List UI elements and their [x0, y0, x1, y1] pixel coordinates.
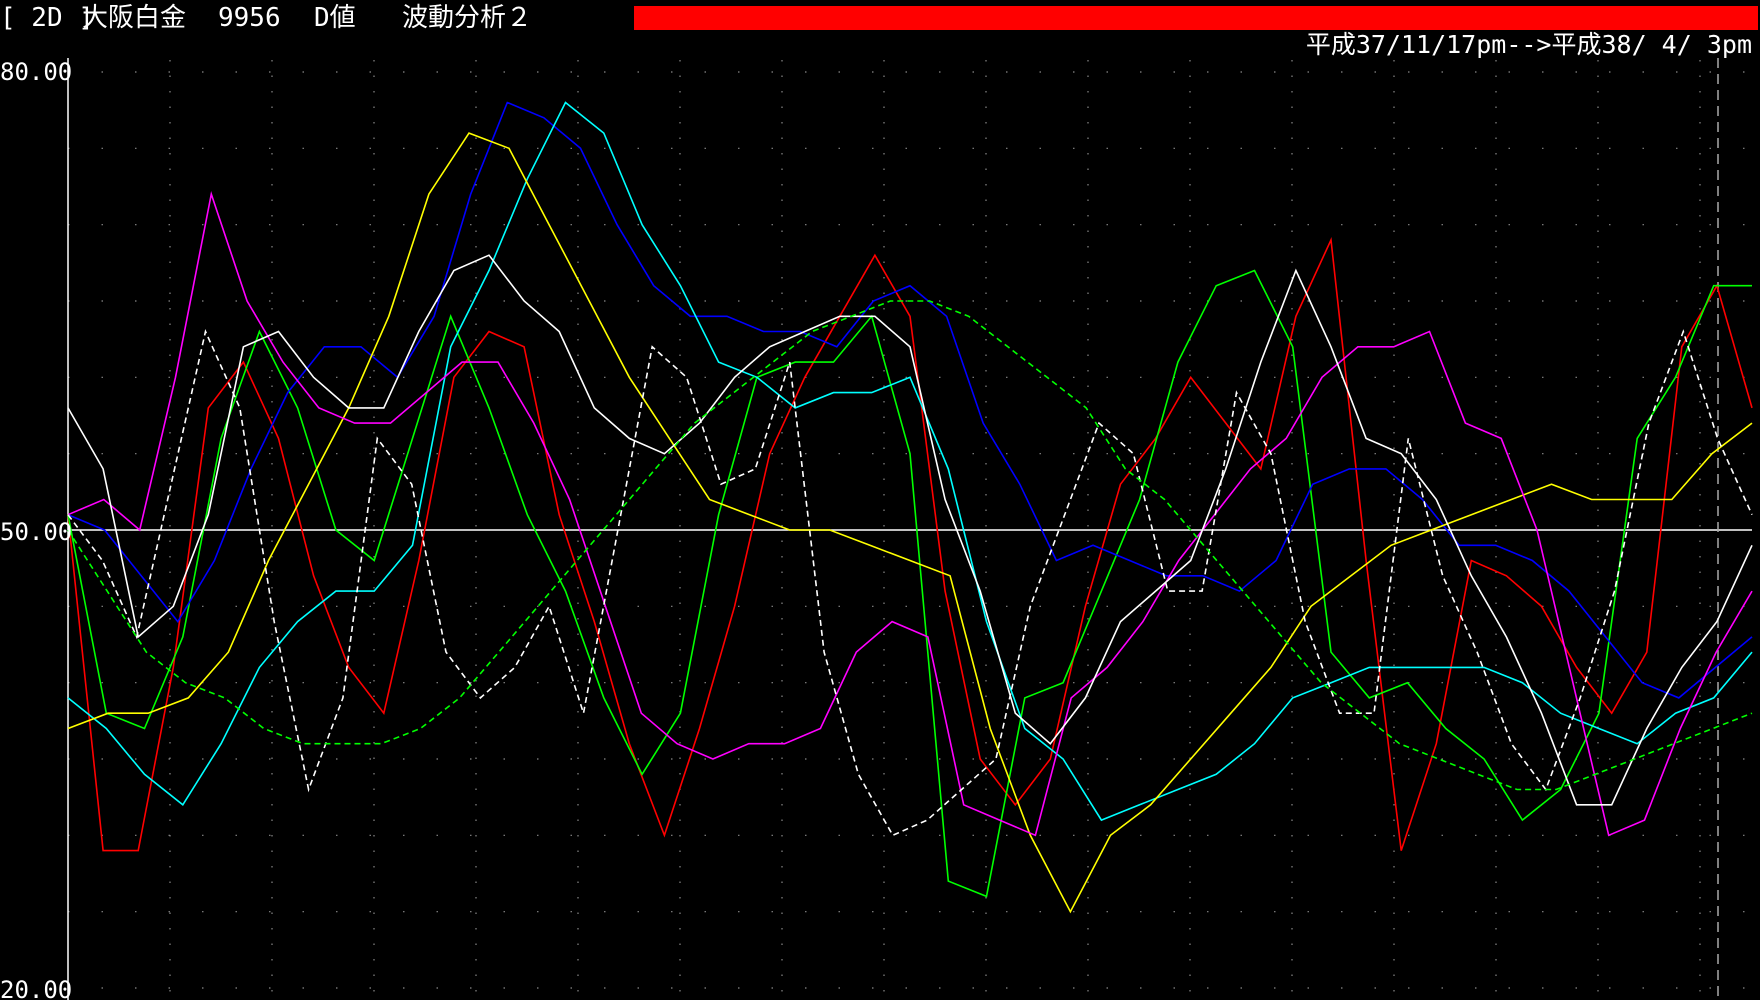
- series-group: [67, 101, 1753, 914]
- series-line-1: [67, 236, 1753, 852]
- series-line-3: [67, 101, 1753, 699]
- y-tick-50: 50.00: [0, 518, 72, 546]
- series-line-9: [67, 300, 1753, 791]
- wave-analysis-chart: 80.00 50.00 20.00: [0, 58, 1753, 1000]
- series-line-6: [67, 190, 1753, 837]
- series-line-8: [67, 328, 1753, 837]
- series-line-2: [67, 269, 1752, 898]
- y-tick-80: 80.00: [0, 58, 72, 86]
- y-tick-20: 20.00: [0, 976, 72, 1000]
- series-line-5: [67, 132, 1753, 914]
